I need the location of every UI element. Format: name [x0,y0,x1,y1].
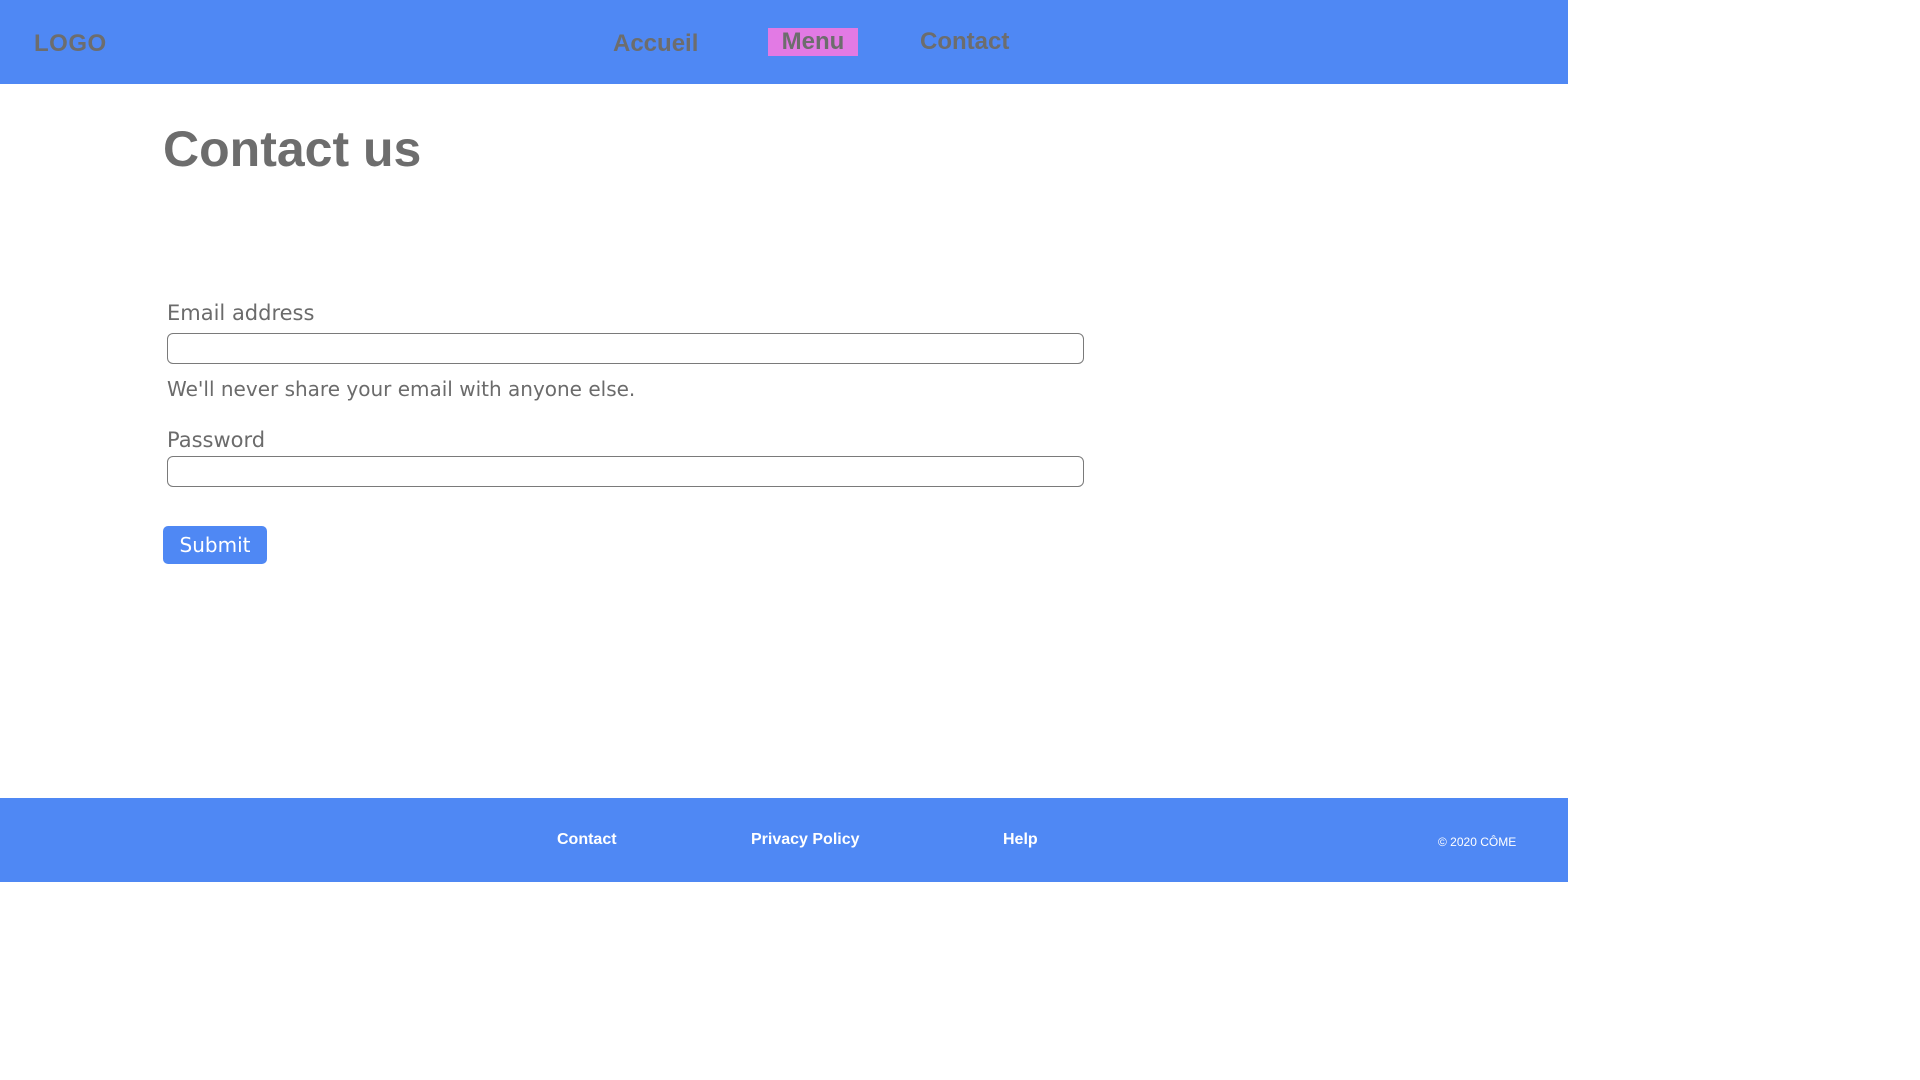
contact-page: LOGO Accueil Menu Contact Contact us Ema… [0,0,1568,882]
footer: Contact Privacy Policy Help © 2020 CÔME [0,798,1568,882]
password-field[interactable] [167,456,1084,487]
footer-link-help[interactable]: Help [1003,831,1038,849]
logo[interactable]: LOGO [34,30,107,58]
submit-button[interactable]: Submit [163,526,267,564]
email-field[interactable] [167,333,1084,364]
email-label: Email address [167,301,315,325]
nav-link-contact[interactable]: Contact [920,28,1009,56]
email-help-text: We'll never share your email with anyone… [167,377,636,401]
nav-link-accueil[interactable]: Accueil [613,30,698,58]
copyright-text: © 2020 CÔME [1438,835,1517,849]
top-navbar: LOGO Accueil Menu Contact [0,0,1568,84]
footer-link-contact[interactable]: Contact [557,831,617,849]
footer-link-privacy-policy[interactable]: Privacy Policy [751,831,860,849]
password-label: Password [167,428,266,452]
nav-link-menu[interactable]: Menu [768,28,858,56]
page-title: Contact us [163,121,422,177]
